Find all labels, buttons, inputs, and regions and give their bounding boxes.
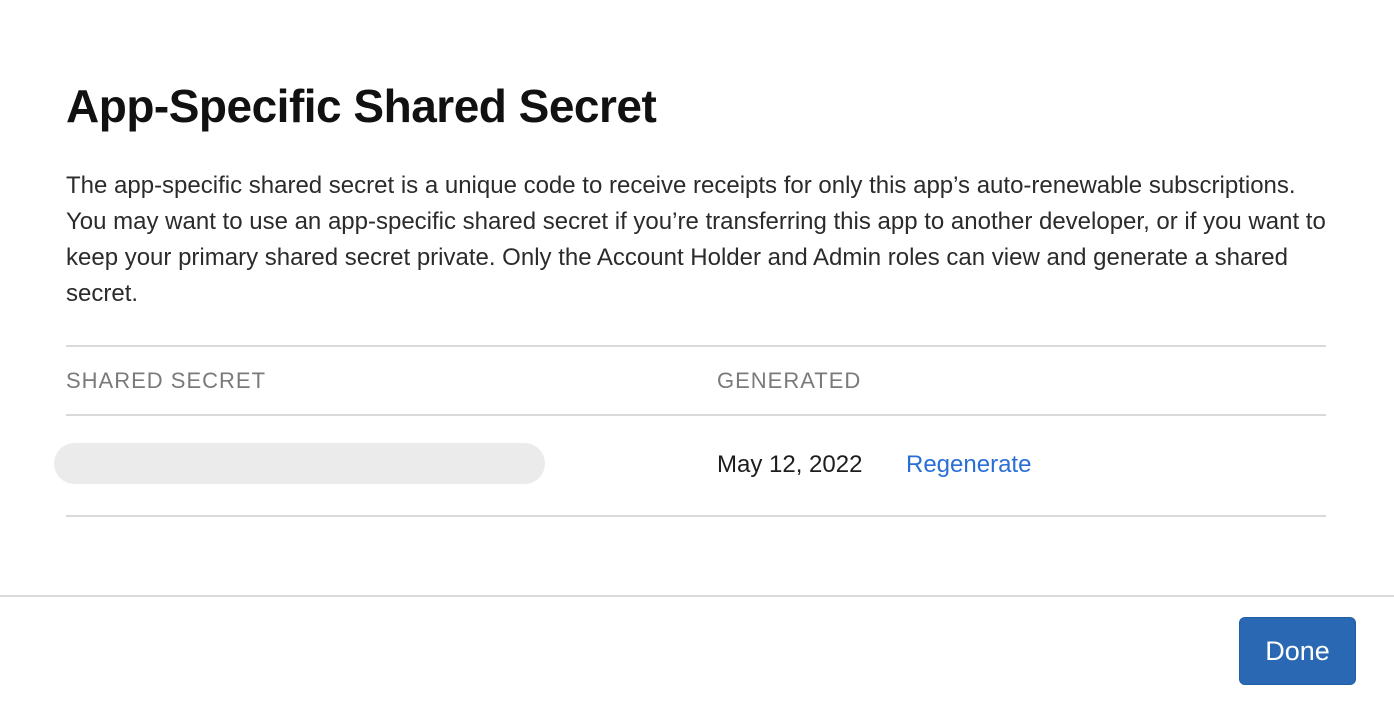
dialog-title: App-Specific Shared Secret <box>66 80 657 132</box>
dialog-description: The app-specific shared secret is a uniq… <box>66 172 1326 307</box>
shared-secret-dialog: App-Specific Shared Secret The app-speci… <box>0 0 1394 702</box>
table-row: May 12, 2022 Regenerate <box>54 416 1326 517</box>
shared-secret-table: SHARED SECRET GENERATED May 12, 2022 Reg… <box>54 345 1326 517</box>
column-header-generated: GENERATED <box>717 368 862 393</box>
table-header: SHARED SECRET GENERATED <box>66 345 1326 416</box>
done-button[interactable]: Done <box>1239 617 1356 685</box>
column-header-shared-secret: SHARED SECRET <box>66 368 267 393</box>
regenerate-link[interactable]: Regenerate <box>906 450 1031 480</box>
footer-divider <box>0 595 1394 597</box>
redacted-shared-secret <box>54 443 545 484</box>
generated-date: May 12, 2022 <box>717 451 863 478</box>
